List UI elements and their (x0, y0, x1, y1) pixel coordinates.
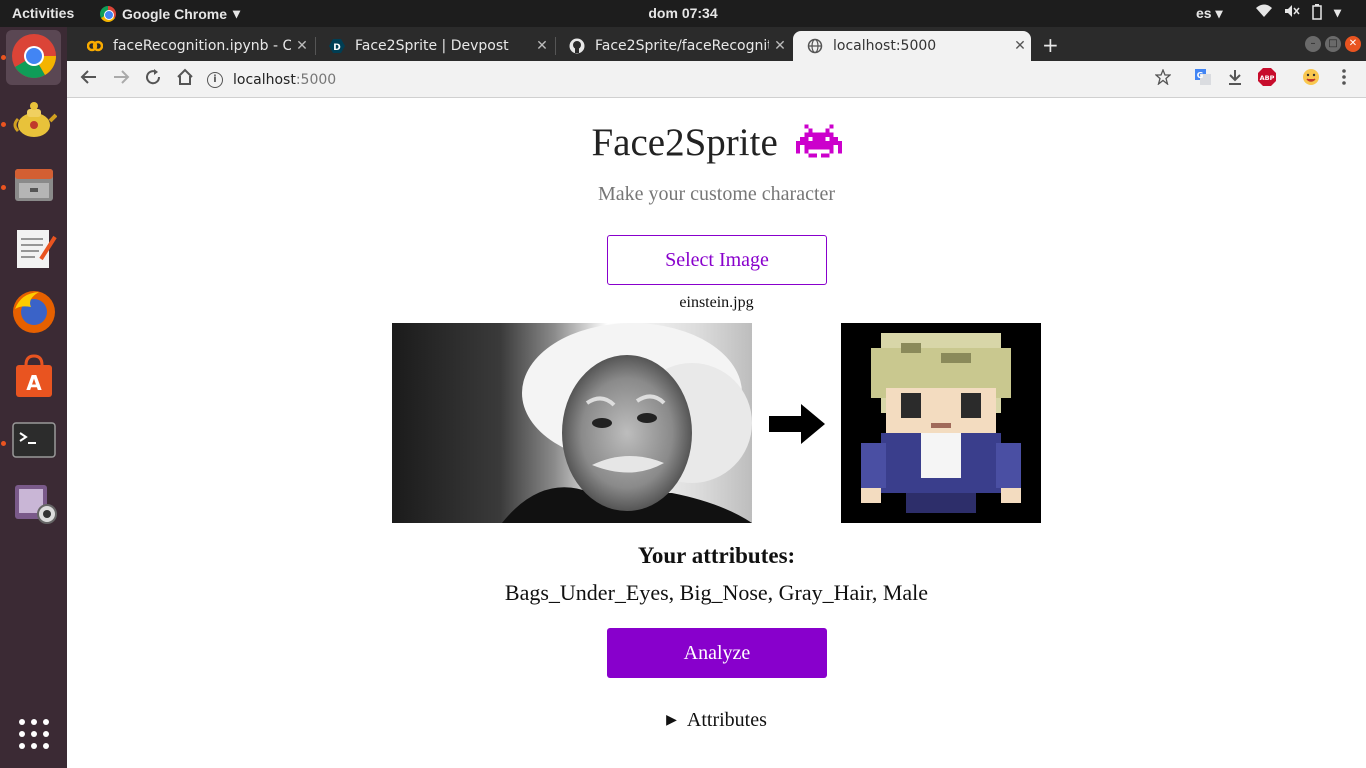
details-summary-label: Attributes (686, 709, 767, 731)
generated-sprite (841, 323, 1041, 523)
minimize-button[interactable]: – (1305, 36, 1321, 52)
tab-title: Face2Sprite | Devpost (355, 38, 509, 54)
dock-terminal[interactable] (6, 414, 61, 469)
download-icon[interactable] (1223, 68, 1247, 92)
running-indicator (1, 185, 6, 190)
reload-button[interactable] (141, 68, 165, 92)
menu-kebab-icon[interactable] (1332, 68, 1356, 92)
dock-text-editor[interactable] (6, 222, 61, 277)
selected-filename: einstein.jpg (679, 294, 754, 311)
tab-title: Face2Sprite/faceRecognit (595, 38, 769, 54)
forward-button[interactable] (109, 68, 133, 92)
text-editor-icon (11, 225, 57, 275)
colab-icon (87, 38, 103, 54)
close-icon[interactable]: ✕ (1009, 38, 1031, 54)
battery-icon (1312, 4, 1322, 23)
disclosure-triangle-icon: ▶ (666, 713, 677, 728)
page-title-text: Face2Sprite (591, 120, 778, 164)
dock-firefox[interactable] (6, 286, 61, 341)
arrow-right-icon (767, 399, 827, 454)
translate-icon[interactable]: G (1191, 68, 1215, 92)
alien-monster-icon (795, 119, 842, 173)
running-indicator (1, 441, 6, 446)
close-icon[interactable]: ✕ (769, 38, 791, 54)
emoji-extension-icon[interactable] (1299, 68, 1323, 92)
page-title: Face2Sprite (67, 119, 1366, 173)
chrome-icon (11, 33, 57, 83)
language-indicator[interactable]: es ▾ (1196, 5, 1223, 22)
uploaded-photo (392, 323, 752, 523)
svg-text:ABP: ABP (1260, 74, 1275, 82)
close-icon[interactable]: ✕ (291, 38, 313, 54)
running-indicator (1, 55, 6, 60)
language-label: es (1196, 5, 1212, 21)
tab-localhost[interactable]: localhost:5000 ✕ (793, 31, 1031, 61)
select-image-button[interactable]: Select Image (607, 235, 827, 285)
webcam-icon (11, 481, 57, 531)
terminal-icon (11, 417, 57, 467)
new-tab-button[interactable]: + (1042, 33, 1059, 57)
dock-webcam[interactable] (6, 478, 61, 533)
tab-title: faceRecognition.ipynb - C (113, 38, 291, 54)
clock[interactable]: dom 07:34 (648, 5, 717, 21)
attributes-details-toggle[interactable]: ▶ Attributes (67, 709, 1366, 732)
activities-button[interactable]: Activities (12, 5, 74, 21)
dock-software[interactable]: A (6, 350, 61, 405)
tab-devpost[interactable]: D Face2Sprite | Devpost ✕ (315, 31, 553, 61)
url-port: :5000 (295, 72, 337, 88)
reload-icon (146, 69, 161, 85)
teapot-icon (11, 97, 57, 147)
devpost-icon: D (329, 38, 345, 54)
web-page: Face2Sprite Make your custome character … (67, 99, 1366, 768)
home-icon (177, 68, 193, 85)
globe-icon (807, 38, 823, 54)
tab-colab[interactable]: faceRecognition.ipynb - C ✕ (73, 31, 313, 61)
tab-title: localhost:5000 (833, 38, 937, 54)
chevron-down-icon: ▾ (233, 5, 241, 21)
adblock-icon[interactable]: ABP (1255, 68, 1279, 92)
browser-toolbar: i localhost:5000 G ABP (67, 61, 1366, 98)
attributes-heading: Your attributes: (637, 543, 796, 568)
bookmark-star-icon[interactable] (1151, 68, 1175, 92)
home-button[interactable] (173, 68, 197, 92)
system-top-bar: Activities Google Chrome ▾ dom 07:34 es … (0, 0, 1366, 27)
address-bar[interactable]: i localhost:5000 (207, 66, 1147, 94)
chrome-app-icon (100, 5, 116, 22)
firefox-icon (11, 289, 57, 339)
page-subtitle: Make your custome character (597, 183, 836, 205)
dock-chrome[interactable] (6, 30, 61, 85)
dock-files[interactable] (6, 158, 61, 213)
dock-show-apps[interactable] (6, 708, 61, 763)
close-window-button[interactable]: ✕ (1345, 36, 1361, 52)
tab-github[interactable]: Face2Sprite/faceRecognit ✕ (555, 31, 791, 61)
arrow-left-icon (80, 70, 96, 84)
analyze-button[interactable]: Analyze (607, 628, 827, 678)
app-menu[interactable]: Google Chrome ▾ (100, 5, 240, 22)
close-icon[interactable]: ✕ (531, 38, 553, 54)
svg-text:A: A (26, 371, 42, 395)
svg-text:G: G (1197, 71, 1204, 80)
ubuntu-dock: A (0, 27, 67, 768)
back-button[interactable] (77, 68, 101, 92)
files-icon (11, 161, 57, 211)
url-host: localhost (233, 72, 296, 88)
info-icon[interactable]: i (207, 72, 223, 88)
dock-teapot[interactable] (6, 94, 61, 149)
chevron-down-icon: ▾ (1334, 4, 1342, 20)
attributes-list: Bags_Under_Eyes, Big_Nose, Gray_Hair, Ma… (504, 580, 929, 605)
github-icon (569, 38, 585, 54)
system-menu[interactable]: ▾ (1256, 4, 1341, 23)
arrow-right-icon (114, 70, 130, 84)
maximize-button[interactable]: □ (1325, 36, 1341, 52)
software-store-icon: A (11, 353, 57, 403)
wifi-icon (1256, 4, 1272, 23)
running-indicator (1, 122, 6, 127)
tab-strip: faceRecognition.ipynb - C ✕ D Face2Sprit… (67, 27, 1366, 61)
app-menu-label: Google Chrome (122, 5, 228, 22)
app-grid-icon (18, 718, 50, 754)
volume-muted-icon (1284, 4, 1300, 23)
svg-text:D: D (333, 43, 340, 53)
